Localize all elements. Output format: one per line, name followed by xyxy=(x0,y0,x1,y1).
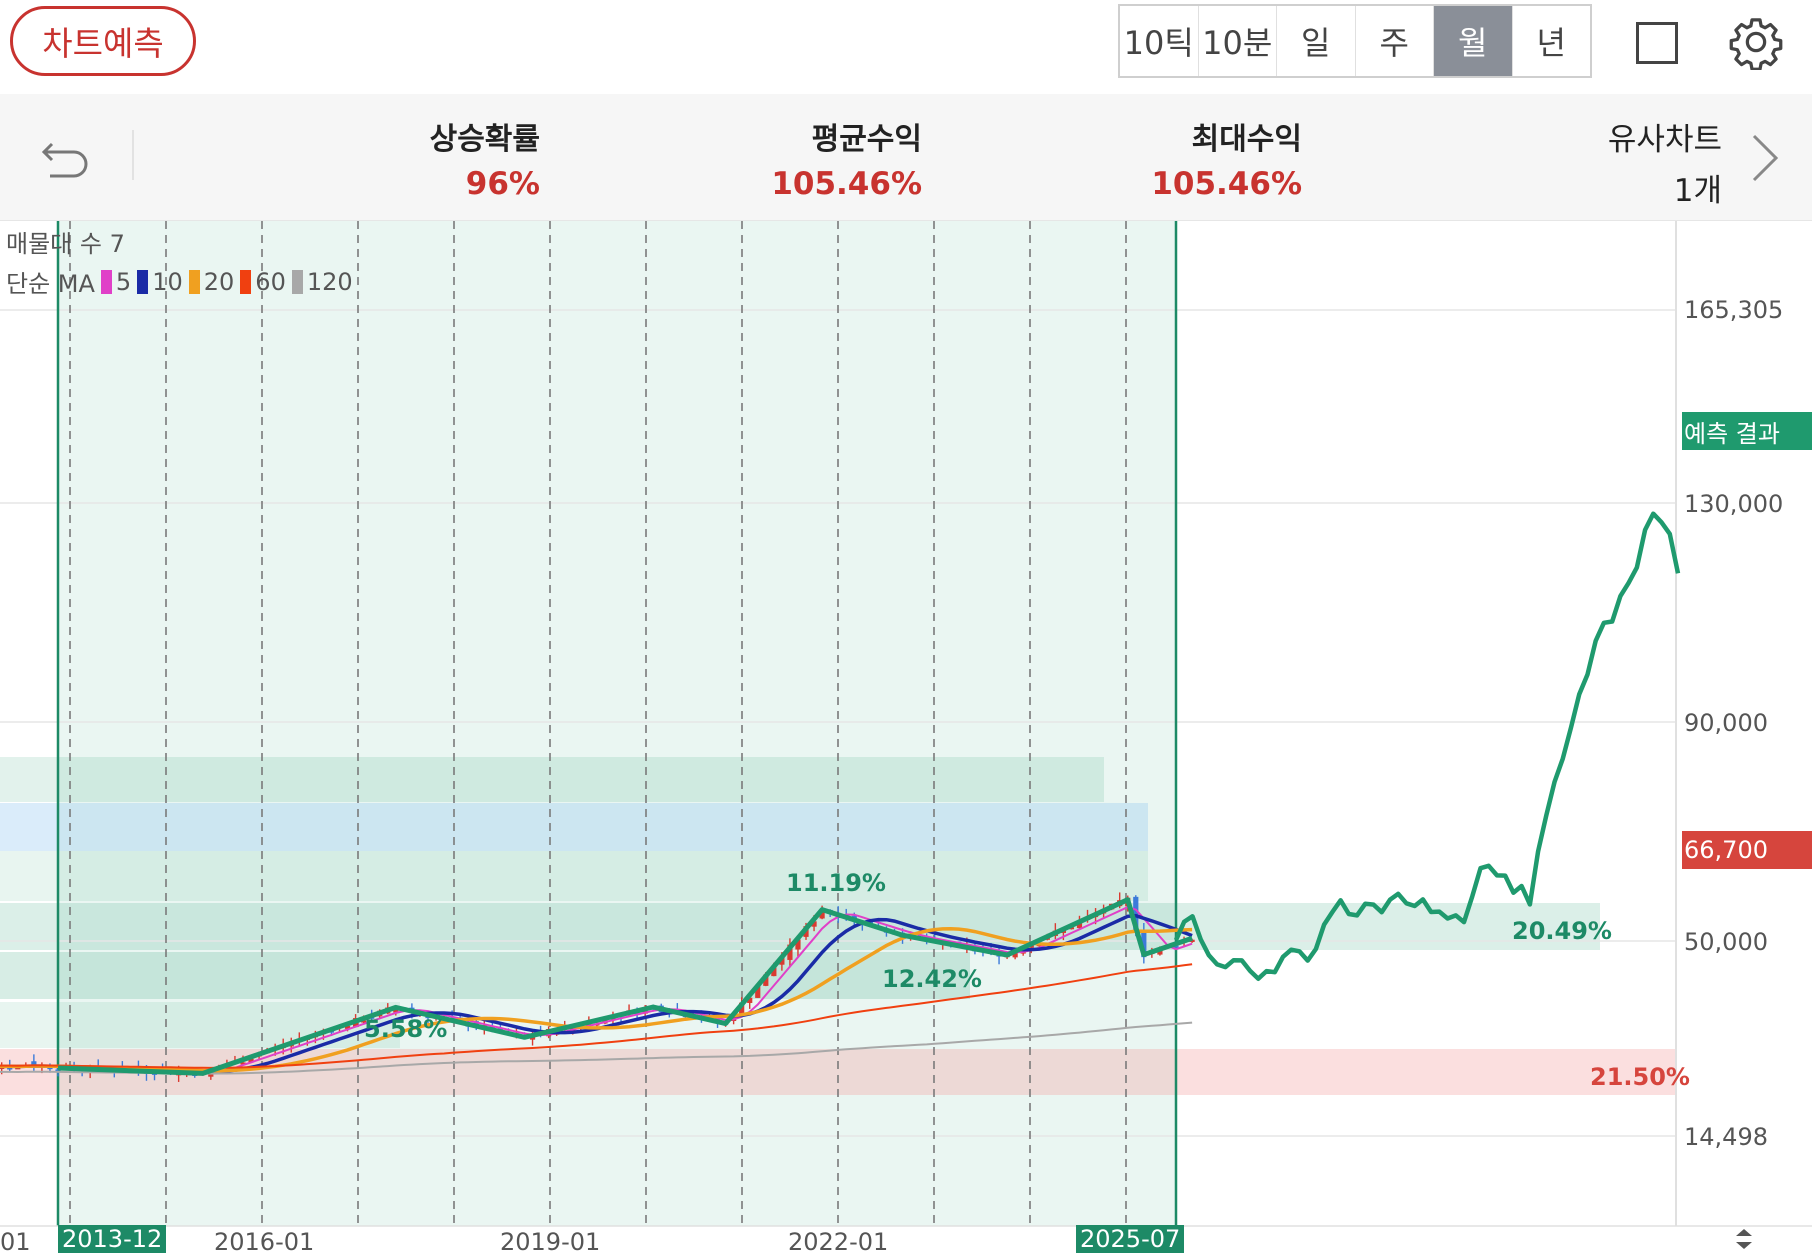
ma10-swatch xyxy=(137,269,149,294)
price-chart[interactable] xyxy=(0,221,1812,1252)
chevron-right-icon[interactable] xyxy=(1748,130,1782,186)
zone-percent-label: 20.49% xyxy=(1512,917,1612,945)
max-return: 최대수익 105.46% xyxy=(1120,114,1302,202)
period-month-tab[interactable]: 월 xyxy=(1434,6,1513,76)
period-10min-tab[interactable]: 10분 xyxy=(1199,6,1277,76)
settings-gear-icon[interactable] xyxy=(1728,14,1784,70)
period-week-tab[interactable]: 주 xyxy=(1356,6,1434,76)
similar-charts[interactable]: 유사차트 1개 xyxy=(1608,114,1722,210)
similar-charts-label: 유사차트 xyxy=(1607,122,1722,158)
ma-type-label: 단순 MA xyxy=(6,270,95,298)
y-tick-label: 130,000 xyxy=(1684,490,1784,518)
volume-profile-legend: 매물대 수 7 xyxy=(6,230,125,258)
period-day-tab[interactable]: 일 xyxy=(1277,6,1356,76)
forecast-stats-bar: 상승확률 96% 평균수익 105.46% 최대수익 105.46% 유사차트 … xyxy=(0,94,1812,221)
ma10-label: 10 xyxy=(152,267,183,296)
rise-probability-value: 96% xyxy=(465,166,540,202)
y-tick-label: 50,000 xyxy=(1684,928,1768,956)
similar-charts-count: 1개 xyxy=(1673,173,1722,209)
period-year-tab[interactable]: 년 xyxy=(1513,6,1591,76)
y-tick-label: 90,000 xyxy=(1684,709,1768,737)
average-return-value: 105.46% xyxy=(771,166,922,202)
max-return-value: 105.46% xyxy=(1151,166,1302,202)
rise-probability: 상승확률 96% xyxy=(400,114,540,202)
ma60-swatch xyxy=(240,269,252,294)
rise-probability-label: 상승확률 xyxy=(429,122,540,157)
highlight-start-date: 2013-12 xyxy=(58,1225,167,1253)
ma120-label: 120 xyxy=(306,267,353,296)
ma60-label: 60 xyxy=(255,267,286,296)
fullscreen-square-icon[interactable] xyxy=(1636,22,1678,64)
max-return-label: 최대수익 xyxy=(1191,122,1302,157)
ma-legend: 단순 MA 5 10 20 60 120 xyxy=(6,264,353,299)
chart-forecast-button[interactable]: 차트예측 xyxy=(10,6,196,76)
zone-percent-label: 12.42% xyxy=(882,965,982,993)
y-tick-label: 14,498 xyxy=(1684,1123,1768,1151)
y-tick-label: 165,305 xyxy=(1684,296,1784,324)
zone-percent-label: 21.50% xyxy=(1590,1063,1690,1091)
highlight-end-date: 2025-07 xyxy=(1076,1225,1185,1253)
ma120-swatch xyxy=(291,269,303,294)
zone-percent-label: 11.19% xyxy=(786,869,886,897)
forecast-result-tag: 예측 결과 xyxy=(1682,412,1812,450)
ma20-label: 20 xyxy=(203,267,235,296)
undo-back-icon[interactable] xyxy=(38,128,94,184)
zone-percent-label: 5.58% xyxy=(364,1015,448,1043)
ma5-swatch xyxy=(100,269,112,294)
average-return: 평균수익 105.46% xyxy=(740,114,922,202)
period-selector: 10틱 10분 일 주 월 년 xyxy=(1118,4,1592,78)
ma20-swatch xyxy=(188,269,200,294)
period-10tick-tab[interactable]: 10틱 xyxy=(1120,6,1199,76)
ma5-label: 5 xyxy=(115,267,132,296)
divider xyxy=(132,130,134,180)
average-return-label: 평균수익 xyxy=(811,122,922,157)
current-price-tag: 66,700 xyxy=(1682,831,1812,869)
scroll-handle-icon[interactable] xyxy=(1732,1226,1756,1252)
top-bar: 차트예측 10틱 10분 일 주 월 년 xyxy=(0,0,1812,94)
